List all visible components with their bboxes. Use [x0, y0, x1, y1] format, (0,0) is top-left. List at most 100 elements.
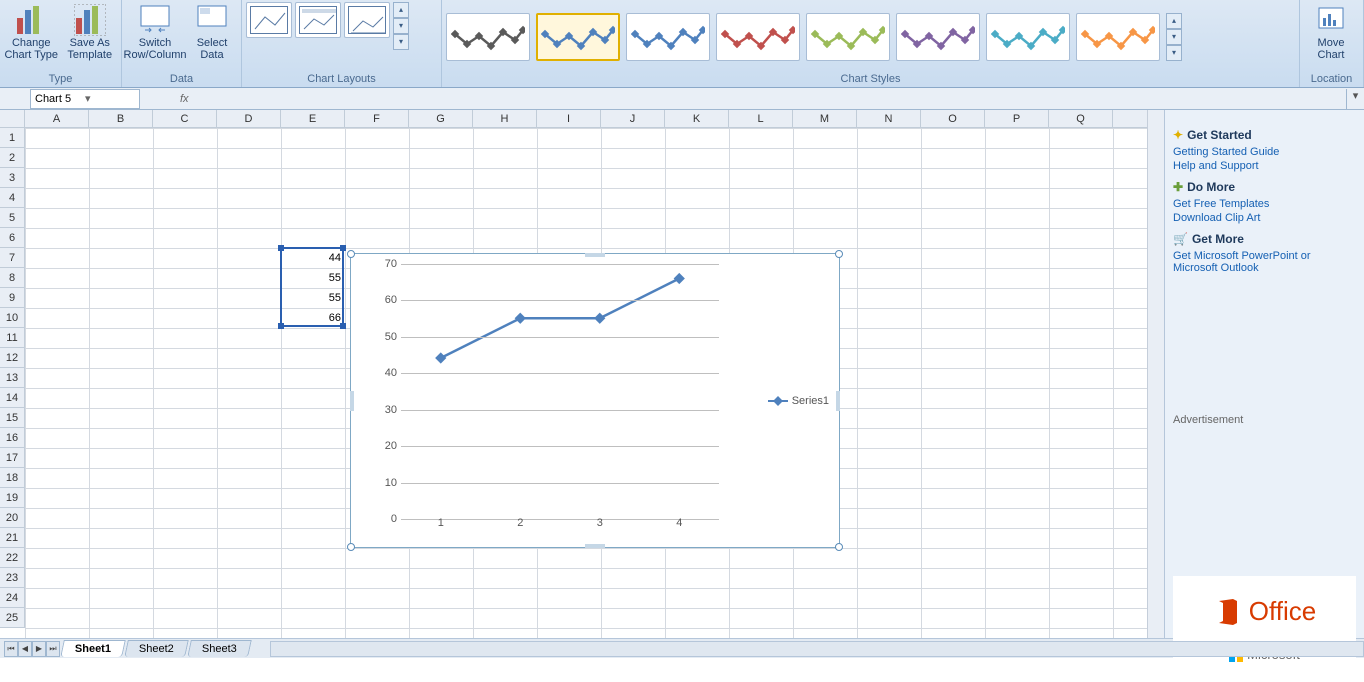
styles-scroll[interactable]: ▴▾▾	[1166, 13, 1182, 61]
col-header[interactable]: Q	[1049, 110, 1113, 127]
row-header[interactable]: 25	[0, 608, 24, 628]
row-header[interactable]: 5	[0, 208, 24, 228]
chart-style-thumb[interactable]	[446, 13, 530, 61]
sheet-tab[interactable]: Sheet3	[187, 640, 251, 657]
side-link[interactable]: Getting Started Guide	[1173, 146, 1356, 158]
row-header[interactable]: 10	[0, 308, 24, 328]
col-header[interactable]: G	[409, 110, 473, 127]
name-box[interactable]: Chart 5 ▾	[30, 89, 140, 109]
ribbon-group-data: Switch Row/Column Select Data Data	[122, 0, 242, 87]
row-header[interactable]: 19	[0, 488, 24, 508]
col-header[interactable]: I	[537, 110, 601, 127]
worksheet-grid[interactable]: ABCDEFGHIJKLMNOPQ 1234567891011121314151…	[0, 110, 1147, 638]
chart-style-thumb[interactable]	[1076, 13, 1160, 61]
fx-icon[interactable]: fx	[180, 93, 189, 105]
sheet-tab[interactable]: Sheet2	[124, 640, 188, 657]
dropdown-icon[interactable]: ▾	[85, 92, 135, 105]
row-header[interactable]: 24	[0, 588, 24, 608]
chart-style-thumb[interactable]	[536, 13, 620, 61]
row-header[interactable]: 11	[0, 328, 24, 348]
column-headers[interactable]: ABCDEFGHIJKLMNOPQ	[25, 110, 1147, 128]
formula-bar: Chart 5 ▾ fx ▾	[0, 88, 1364, 110]
y-tick-label: 30	[385, 404, 397, 416]
save-as-template-button[interactable]: Save As Template	[63, 2, 118, 68]
row-header[interactable]: 3	[0, 168, 24, 188]
cell[interactable]: 66	[281, 308, 345, 328]
col-header[interactable]: E	[281, 110, 345, 127]
group-label: Chart Layouts	[246, 72, 437, 87]
horizontal-scrollbar[interactable]	[270, 641, 1364, 657]
chart-legend[interactable]: Series1	[768, 395, 829, 407]
ad-label: Advertisement	[1173, 414, 1356, 426]
row-header[interactable]: 18	[0, 468, 24, 488]
change-chart-type-button[interactable]: Change Chart Type	[4, 2, 59, 68]
chart-style-thumb[interactable]	[806, 13, 890, 61]
get-started-heading: ✦Get Started	[1173, 128, 1356, 142]
col-header[interactable]: M	[793, 110, 857, 127]
col-header[interactable]: K	[665, 110, 729, 127]
col-header[interactable]: H	[473, 110, 537, 127]
col-header[interactable]: N	[857, 110, 921, 127]
side-link[interactable]: Help and Support	[1173, 160, 1356, 172]
row-header[interactable]: 9	[0, 288, 24, 308]
col-header[interactable]: A	[25, 110, 89, 127]
side-link[interactable]: Download Clip Art	[1173, 212, 1356, 224]
row-header[interactable]: 1	[0, 128, 24, 148]
cell[interactable]: 44	[281, 248, 345, 268]
col-header[interactable]: J	[601, 110, 665, 127]
col-header[interactable]: B	[89, 110, 153, 127]
row-header[interactable]: 8	[0, 268, 24, 288]
layout-thumb[interactable]	[295, 2, 341, 38]
select-data-button[interactable]: Select Data	[188, 2, 236, 68]
x-tick-label: 1	[401, 517, 481, 537]
layout-thumb[interactable]	[246, 2, 292, 38]
move-chart-button[interactable]: Move Chart	[1304, 2, 1358, 68]
advertisement[interactable]: Office Microsoft	[1173, 576, 1356, 682]
vertical-scrollbar[interactable]	[1147, 110, 1164, 638]
row-header[interactable]: 12	[0, 348, 24, 368]
sheet-tab[interactable]: Sheet1	[60, 640, 126, 657]
cell[interactable]: 55	[281, 268, 345, 288]
col-header[interactable]: P	[985, 110, 1049, 127]
layouts-scroll[interactable]: ▴▾▾	[393, 2, 409, 50]
row-header[interactable]: 22	[0, 548, 24, 568]
row-header[interactable]: 17	[0, 448, 24, 468]
y-tick-label: 70	[385, 258, 397, 270]
row-header[interactable]: 15	[0, 408, 24, 428]
row-header[interactable]: 2	[0, 148, 24, 168]
tab-nav[interactable]: ⏮◀▶⏭	[4, 641, 60, 657]
col-header[interactable]: F	[345, 110, 409, 127]
row-header[interactable]: 4	[0, 188, 24, 208]
col-header[interactable]: L	[729, 110, 793, 127]
col-header[interactable]: D	[217, 110, 281, 127]
chart-style-thumb[interactable]	[716, 13, 800, 61]
ribbon: Change Chart Type Save As Template Type …	[0, 0, 1364, 88]
cell[interactable]: 55	[281, 288, 345, 308]
row-header[interactable]: 23	[0, 568, 24, 588]
chart-style-thumb[interactable]	[896, 13, 980, 61]
chart-style-thumb[interactable]	[626, 13, 710, 61]
row-header[interactable]: 7	[0, 248, 24, 268]
ribbon-group-location: Move Chart Location	[1300, 0, 1364, 87]
embedded-chart[interactable]: 010203040506070 1234 Series1	[350, 253, 840, 548]
legend-label: Series1	[792, 395, 829, 407]
side-link[interactable]: Get Free Templates	[1173, 198, 1356, 210]
switch-row-column-button[interactable]: Switch Row/Column	[126, 2, 184, 68]
row-header[interactable]: 13	[0, 368, 24, 388]
select-all-corner[interactable]	[0, 110, 25, 128]
row-header[interactable]: 21	[0, 528, 24, 548]
row-headers[interactable]: 1234567891011121314151617181920212223242…	[0, 128, 25, 628]
group-label: Location	[1304, 72, 1359, 87]
side-link[interactable]: Get Microsoft PowerPoint or Microsoft Ou…	[1173, 250, 1356, 274]
chart-type-icon	[15, 4, 47, 36]
row-header[interactable]: 14	[0, 388, 24, 408]
row-header[interactable]: 6	[0, 228, 24, 248]
layout-thumb[interactable]	[344, 2, 390, 38]
col-header[interactable]: C	[153, 110, 217, 127]
row-header[interactable]: 20	[0, 508, 24, 528]
formula-expand[interactable]: ▾	[1346, 89, 1364, 109]
col-header[interactable]: O	[921, 110, 985, 127]
x-tick-label: 3	[560, 517, 640, 537]
chart-style-thumb[interactable]	[986, 13, 1070, 61]
row-header[interactable]: 16	[0, 428, 24, 448]
